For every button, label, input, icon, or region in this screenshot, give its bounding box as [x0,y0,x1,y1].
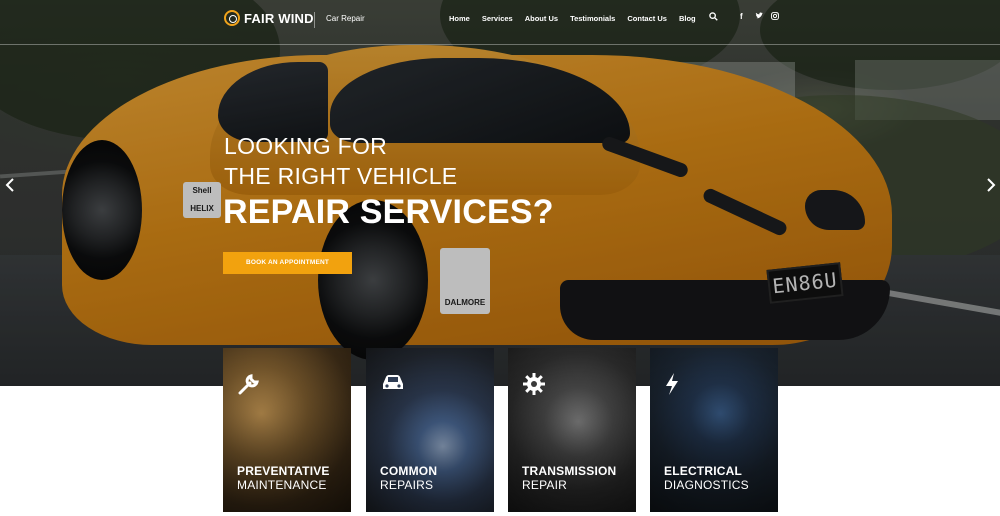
wrench-icon [237,372,261,401]
service-card-transmission-repair[interactable]: TRANSMISSION REPAIR [508,348,636,512]
service-subtitle: DIAGNOSTICS [664,478,749,492]
gear-icon [522,372,546,401]
site-header: FAIR WIND Car Repair Home Services About… [0,0,1000,44]
service-title: COMMON [380,464,438,478]
car-icon [380,372,406,397]
service-subtitle: REPAIR [522,478,567,492]
service-subtitle: REPAIRS [380,478,434,492]
service-card-common-repairs[interactable]: COMMON REPAIRS [366,348,494,512]
hero-slider: Shell HELIX DALMORE EN86U FAIR WIND Car … [0,0,1000,386]
hero-heading-line3: REPAIR SERVICES? [223,193,554,231]
hero-heading-line1: LOOKING FOR [224,133,388,159]
logo-icon [224,10,240,26]
nav-item-home[interactable]: Home [449,14,470,23]
nav-item-testimonials[interactable]: Testimonials [570,14,615,23]
nav-item-contact-us[interactable]: Contact Us [627,14,667,23]
book-appointment-button[interactable]: BOOK AN APPOINTMENT [223,252,352,274]
main-nav: Home Services About Us Testimonials Cont… [449,14,708,23]
chevron-right-icon[interactable] [986,176,996,197]
chevron-left-icon[interactable] [5,176,15,197]
service-subtitle: MAINTENANCE [237,478,327,492]
nav-item-services[interactable]: Services [482,14,513,23]
nav-item-blog[interactable]: Blog [679,14,696,23]
logo[interactable]: FAIR WIND [224,10,314,26]
twitter-icon[interactable] [755,12,763,22]
lightning-icon [664,372,680,401]
nav-item-about-us[interactable]: About Us [525,14,558,23]
instagram-icon[interactable] [771,12,779,22]
facebook-icon[interactable]: f [740,12,743,21]
service-card-electrical-diagnostics[interactable]: ELECTRICAL DIAGNOSTICS [650,348,778,512]
service-title: ELECTRICAL [664,464,742,478]
header-divider [0,44,1000,45]
logo-text: FAIR WIND [244,10,314,26]
search-icon[interactable] [709,12,718,23]
service-title: PREVENTATIVE [237,464,330,478]
hero-heading-line2: THE RIGHT VEHICLE [224,163,458,189]
service-card-preventative-maintenance[interactable]: PREVENTATIVE MAINTENANCE [223,348,351,512]
divider [314,12,315,28]
tagline: Car Repair [326,14,365,23]
service-title: TRANSMISSION [522,464,617,478]
